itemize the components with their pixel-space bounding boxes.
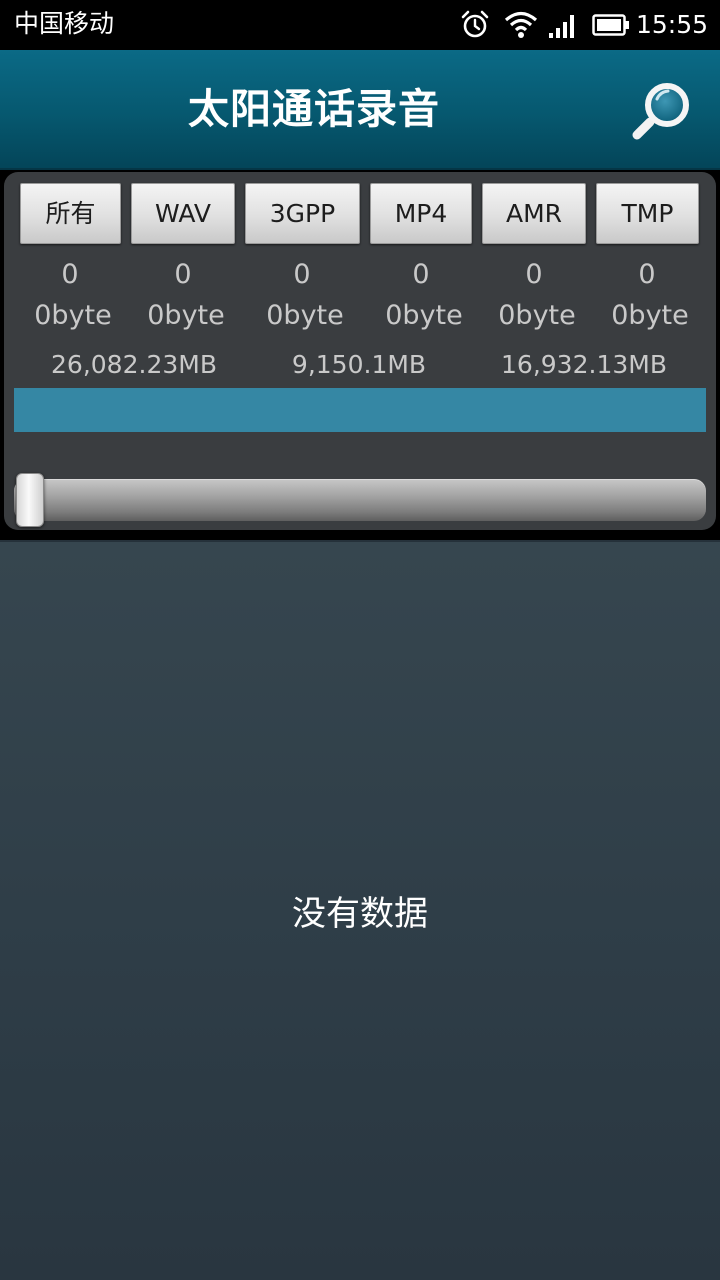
storage-usage-fill (14, 388, 706, 432)
size-all: 0byte (34, 300, 112, 331)
storage-used: 9,150.1MB (291, 350, 427, 379)
seek-slider-thumb[interactable] (16, 473, 44, 527)
count-amr: 0 (525, 259, 543, 290)
filter-mp4-button[interactable]: MP4 (370, 183, 472, 244)
filter-panel: 所有 WAV 3GPP MP4 AMR TMP 0 0 0 0 0 0 0byt… (4, 172, 716, 530)
filter-amr-button[interactable]: AMR (482, 183, 586, 244)
size-tmp: 0byte (611, 300, 689, 331)
alarm-icon (461, 10, 489, 38)
screen: 中国移动 15:55 太阳通话录音 所有 WAV 3GPP MP4 AMR TM… (0, 0, 720, 1280)
carrier-name: 中国移动 (14, 9, 115, 38)
count-mp4: 0 (412, 259, 430, 290)
clock: 15:55 (635, 10, 708, 39)
empty-message: 没有数据 (292, 894, 428, 934)
seek-slider-track[interactable] (14, 479, 706, 521)
search-icon (632, 83, 689, 140)
app-title: 太阳通话录音 (188, 85, 440, 133)
size-amr: 0byte (498, 300, 576, 331)
count-wav: 0 (174, 259, 192, 290)
filter-tmp-button[interactable]: TMP (596, 183, 699, 244)
app-header: 太阳通话录音 (0, 50, 720, 170)
filter-wav-button[interactable]: WAV (131, 183, 235, 244)
count-3gpp: 0 (293, 259, 311, 290)
storage-free: 16,932.13MB (501, 350, 667, 379)
battery-icon (592, 14, 629, 36)
search-button[interactable] (630, 78, 694, 142)
recording-list: 没有数据 (0, 540, 720, 1280)
filter-all-button[interactable]: 所有 (20, 183, 121, 244)
status-bar: 中国移动 15:55 (0, 0, 720, 50)
wifi-icon (504, 11, 538, 38)
size-3gpp: 0byte (266, 300, 344, 331)
status-icons: 15:55 (460, 9, 708, 41)
count-tmp: 0 (638, 259, 656, 290)
count-all: 0 (61, 259, 79, 290)
signal-icon (548, 15, 574, 38)
storage-usage-bar (14, 388, 706, 432)
storage-total: 26,082.23MB (51, 350, 217, 379)
size-mp4: 0byte (385, 300, 463, 331)
size-wav: 0byte (147, 300, 225, 331)
filter-3gpp-button[interactable]: 3GPP (245, 183, 360, 244)
